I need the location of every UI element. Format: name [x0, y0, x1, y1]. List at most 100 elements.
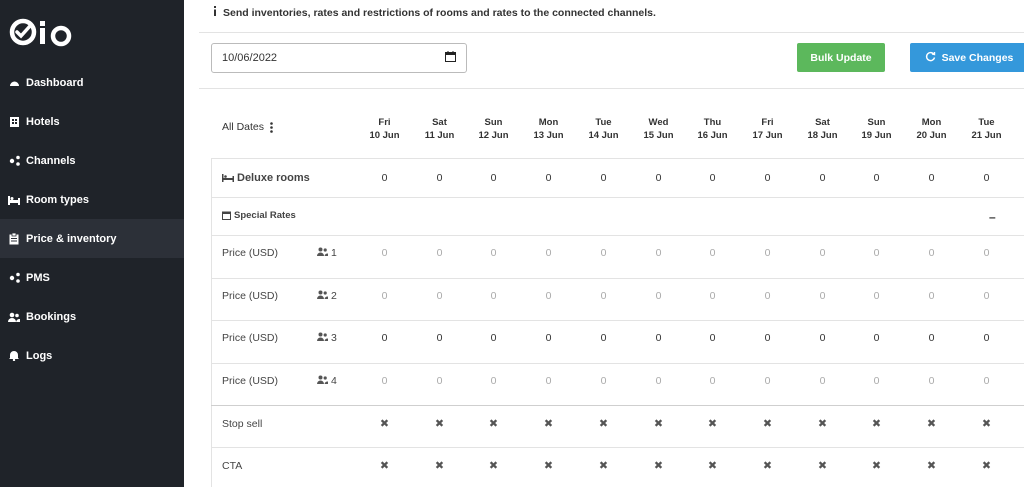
restriction-toggle[interactable]: ✖: [904, 459, 959, 472]
grid-cell-value[interactable]: 0: [357, 247, 412, 259]
grid-cell-value[interactable]: 0: [576, 172, 631, 184]
restriction-toggle[interactable]: ✖: [959, 459, 1014, 472]
grid-cell-value[interactable]: 0: [685, 375, 740, 387]
sidebar-item-logs[interactable]: Logs: [0, 336, 184, 375]
bulk-update-button[interactable]: Bulk Update: [797, 43, 885, 72]
sidebar-item-channels[interactable]: Channels: [0, 141, 184, 180]
grid-cell-value[interactable]: 0: [412, 375, 467, 387]
restriction-toggle[interactable]: ✖: [740, 459, 795, 472]
grid-cell-value[interactable]: 0: [959, 375, 1014, 387]
grid-cell-value[interactable]: 0: [849, 332, 904, 344]
grid-cell-value[interactable]: 0: [466, 375, 521, 387]
grid-cell-value[interactable]: 0: [576, 290, 631, 302]
grid-cell-value[interactable]: 0: [466, 247, 521, 259]
grid-cell-value[interactable]: 0: [412, 172, 467, 184]
restriction-toggle[interactable]: ✖: [576, 459, 631, 472]
grid-cell-value[interactable]: 0: [795, 247, 850, 259]
sidebar-item-dashboard[interactable]: Dashboard: [0, 63, 184, 102]
grid-cell-value[interactable]: 0: [357, 172, 412, 184]
grid-cell-value[interactable]: 0: [631, 290, 686, 302]
grid-cell-value[interactable]: 0: [412, 247, 467, 259]
grid-cell-value[interactable]: 0: [904, 332, 959, 344]
grid-cell-value[interactable]: 0: [357, 332, 412, 344]
grid-cell-value[interactable]: 0: [795, 172, 850, 184]
grid-cell-value[interactable]: 0: [959, 247, 1014, 259]
grid-cell-value[interactable]: 0: [685, 332, 740, 344]
restriction-toggle[interactable]: ✖: [412, 459, 467, 472]
grid-cell-value[interactable]: 0: [412, 290, 467, 302]
grid-cell-value[interactable]: 0: [576, 332, 631, 344]
sidebar-item-room-types[interactable]: Room types: [0, 180, 184, 219]
grid-cell-value[interactable]: 0: [685, 290, 740, 302]
grid-cell-value[interactable]: 0: [685, 247, 740, 259]
restriction-toggle[interactable]: ✖: [521, 417, 576, 430]
grid-cell-value[interactable]: 0: [740, 247, 795, 259]
grid-cell-value[interactable]: 0: [740, 172, 795, 184]
grid-cell-value[interactable]: 0: [521, 375, 576, 387]
grid-cell-value[interactable]: 0: [740, 332, 795, 344]
grid-cell-value[interactable]: 0: [466, 290, 521, 302]
restriction-toggle[interactable]: ✖: [685, 459, 740, 472]
grid-cell-value[interactable]: 0: [685, 172, 740, 184]
restriction-toggle[interactable]: ✖: [904, 417, 959, 430]
grid-cell-value[interactable]: 0: [466, 332, 521, 344]
grid-cell-value[interactable]: 0: [357, 375, 412, 387]
collapse-button[interactable]: –: [989, 210, 996, 224]
grid-cell-value[interactable]: 0: [631, 172, 686, 184]
calendar-icon[interactable]: [445, 51, 456, 65]
restriction-toggle[interactable]: ✖: [412, 417, 467, 430]
restriction-toggle[interactable]: ✖: [740, 417, 795, 430]
sidebar-item-pms[interactable]: PMS: [0, 258, 184, 297]
grid-cell-value[interactable]: 0: [521, 290, 576, 302]
grid-cell-value[interactable]: 0: [849, 172, 904, 184]
grid-cell-value[interactable]: 0: [357, 290, 412, 302]
grid-cell-value[interactable]: 0: [631, 247, 686, 259]
grid-cell-value[interactable]: 0: [904, 375, 959, 387]
restriction-toggle[interactable]: ✖: [849, 459, 904, 472]
grid-cell-value[interactable]: 0: [521, 332, 576, 344]
grid-cell-value[interactable]: 0: [740, 290, 795, 302]
grid-cell-value[interactable]: 0: [466, 172, 521, 184]
grid-cell-value[interactable]: 0: [412, 332, 467, 344]
restriction-toggle[interactable]: ✖: [357, 417, 412, 430]
grid-cell-value[interactable]: 0: [631, 332, 686, 344]
more-vertical-icon[interactable]: [270, 121, 273, 133]
grid-cell-value[interactable]: 0: [959, 332, 1014, 344]
grid-cell-value[interactable]: 0: [904, 290, 959, 302]
sidebar-item-bookings[interactable]: Bookings: [0, 297, 184, 336]
save-changes-button[interactable]: Save Changes: [910, 43, 1024, 72]
grid-cell-value[interactable]: 0: [576, 375, 631, 387]
grid-cell-value[interactable]: 0: [904, 172, 959, 184]
grid-cell-value[interactable]: 0: [631, 375, 686, 387]
grid-cell-value[interactable]: 0: [521, 172, 576, 184]
grid-cell-value[interactable]: 0: [740, 375, 795, 387]
grid-cell-value[interactable]: 0: [959, 290, 1014, 302]
grid-cell-value[interactable]: 0: [795, 290, 850, 302]
grid-cell-value[interactable]: 0: [795, 375, 850, 387]
restriction-toggle[interactable]: ✖: [685, 417, 740, 430]
restriction-toggle[interactable]: ✖: [631, 417, 686, 430]
date-picker-input[interactable]: 10/06/2022: [211, 43, 467, 73]
grid-cell-value[interactable]: 0: [959, 172, 1014, 184]
logo[interactable]: [8, 16, 78, 48]
restriction-toggle[interactable]: ✖: [576, 417, 631, 430]
restriction-toggle[interactable]: ✖: [466, 417, 521, 430]
restriction-toggle[interactable]: ✖: [959, 417, 1014, 430]
restriction-toggle[interactable]: ✖: [795, 417, 850, 430]
grid-cell-value[interactable]: 0: [795, 332, 850, 344]
grid-cell-value[interactable]: 0: [849, 375, 904, 387]
all-dates-filter[interactable]: All Dates: [222, 121, 273, 133]
sidebar-item-price-inventory[interactable]: Price & inventory: [0, 219, 184, 258]
sidebar-item-hotels[interactable]: Hotels: [0, 102, 184, 141]
grid-cell-value[interactable]: 0: [849, 290, 904, 302]
restriction-toggle[interactable]: ✖: [795, 459, 850, 472]
grid-cell-value[interactable]: 0: [904, 247, 959, 259]
grid-cell-value[interactable]: 0: [576, 247, 631, 259]
restriction-toggle[interactable]: ✖: [466, 459, 521, 472]
restriction-toggle[interactable]: ✖: [521, 459, 576, 472]
grid-cell-value[interactable]: 0: [521, 247, 576, 259]
restriction-toggle[interactable]: ✖: [357, 459, 412, 472]
grid-cell-value[interactable]: 0: [849, 247, 904, 259]
restriction-toggle[interactable]: ✖: [849, 417, 904, 430]
restriction-toggle[interactable]: ✖: [631, 459, 686, 472]
